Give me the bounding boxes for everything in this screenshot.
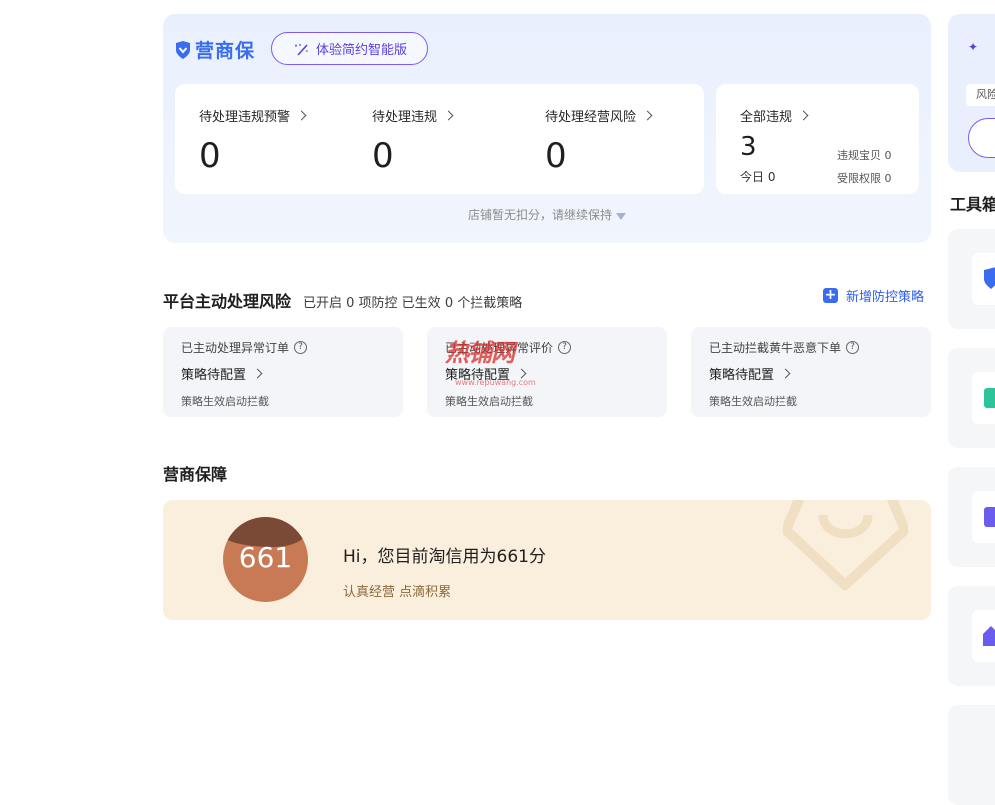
plus-icon: + [823,287,838,303]
risk-card-desc: 策略生效启动拦截 [709,395,797,408]
tool-tile-1[interactable] [948,229,995,329]
all-violations-value: 3 [740,132,757,162]
risk-section-subtitle: 已开启 0 项防控 已生效 0 个拦截策略 [303,296,523,311]
stat-value: 0 [545,136,567,176]
restricted-perms-value: 0 [884,172,892,185]
risk-card-desc: 策略生效启动拦截 [181,395,269,408]
watermark-url: www.repuwang.com [455,378,536,387]
credit-score-card: 661 Hi，您目前淘信用为661分 认真经营 点滴积累 [163,500,931,620]
all-violations-panel: 全部违规 3 今日 0 违规宝贝 0 受限权限 0 [716,84,919,194]
shield-icon [984,267,995,289]
chevron-right-icon [252,368,263,379]
violation-items-label: 违规宝贝 [837,149,881,162]
brand-logo: 营商保 [175,36,255,63]
restricted-perms-label: 受限权限 [837,172,881,185]
help-icon[interactable]: ? [294,341,308,354]
chevron-right-icon [780,368,791,379]
stat-label-wrap[interactable]: 待处理违规预警 [199,106,307,125]
home-icon [983,626,995,646]
stat-label-wrap[interactable]: 待处理违规 [372,106,454,125]
help-icon[interactable]: ? [846,341,860,354]
restricted-perms-count[interactable]: 受限权限 0 [837,170,892,186]
chevron-right-icon [798,110,809,121]
risk-tag: 风险 [966,84,995,106]
decorative-badge-icon [783,500,908,590]
caret-down-icon [616,213,626,220]
tool-tile-icon-box [972,372,995,424]
risk-card-link[interactable]: 策略待配置 [709,364,791,383]
credit-score-badge: 661 [223,517,308,602]
sparkle-icon: ✦ [968,40,979,54]
credit-greeting: Hi，您目前淘信用为661分 [343,547,546,567]
tool-tile-3[interactable] [948,467,995,567]
today-value: 0 [767,170,776,184]
risk-card-scalpers: 已主动拦截黄牛恶意下单? 策略待配置 策略生效启动拦截 [691,327,931,417]
tool-tile-icon-box [972,610,995,662]
magic-wand-icon [294,43,308,56]
right-promo-button[interactable] [968,118,995,158]
stat-label: 待处理经营风险 [545,110,637,125]
risk-card-link-label: 策略待配置 [709,368,775,383]
risk-card-title: 已主动处理异常订单 [181,341,290,355]
deduction-hint[interactable]: 店铺暂无扣分，请继续保持 [163,206,931,223]
risk-card-link-label: 策略待配置 [181,368,247,383]
chevron-right-icon [516,368,527,379]
stat-label-wrap[interactable]: 待处理经营风险 [545,106,653,125]
try-simple-version-button[interactable]: 体验简约智能版 [271,32,428,65]
add-strategy-label: 新增防控策略 [846,290,925,305]
right-promo-card: ✦ 风险 [948,14,995,172]
risk-card-link[interactable]: 策略待配置 [181,364,263,383]
tool-tile-icon-box [972,253,995,305]
risk-section-title: 平台主动处理风险 [163,292,292,311]
pending-stats-panel: 待处理违规预警 0 待处理违规 0 待处理经营风险 0 [175,84,704,194]
stat-label: 待处理违规 [372,110,438,125]
credit-slogan: 认真经营 点滴积累 [343,585,452,600]
all-violations-link[interactable]: 全部违规 [740,106,809,125]
add-strategy-button[interactable]: + 新增防控策略 [823,286,924,305]
credit-score-value: 661 [238,541,293,574]
tool-tile-5[interactable] [948,705,995,805]
tool-tile-4[interactable] [948,586,995,686]
risk-section-header: 平台主动处理风险 已开启 0 项防控 已生效 0 个拦截策略 [163,288,522,312]
brand-name: 营商保 [195,40,256,62]
shield-logo-icon [176,40,190,59]
risk-card-title: 已主动拦截黄牛恶意下单 [709,341,842,355]
app-icon [984,507,995,527]
today-count: 今日 0 [740,168,775,185]
chevron-right-icon [443,110,454,121]
overview-card: 营商保 体验简约智能版 待处理违规预警 0 待处理违规 0 待处理经营风险 0 … [163,14,931,243]
violation-items-value: 0 [884,149,892,162]
guarantee-section-title: 营商保障 [163,465,228,484]
risk-card-desc: 策略生效启动拦截 [445,395,533,408]
stat-value: 0 [372,136,394,176]
chevron-right-icon [296,110,307,121]
watermark-logo: 热铺网 [445,339,515,367]
today-label: 今日 [740,170,765,184]
toolbox-title: 工具箱 [950,195,995,214]
violation-items-count[interactable]: 违规宝贝 0 [837,147,892,163]
tag-icon [984,388,995,408]
stat-value: 0 [199,136,221,176]
hint-text: 店铺暂无扣分，请继续保持 [467,208,612,222]
all-violations-label: 全部违规 [740,110,793,125]
tool-tile-icon-box [972,491,995,543]
stat-label: 待处理违规预警 [199,110,291,125]
chevron-right-icon [642,110,653,121]
pill-label: 体验简约智能版 [315,43,407,58]
help-icon[interactable]: ? [558,341,572,354]
risk-card-orders: 已主动处理异常订单? 策略待配置 策略生效启动拦截 [163,327,403,417]
tool-tile-2[interactable] [948,348,995,448]
